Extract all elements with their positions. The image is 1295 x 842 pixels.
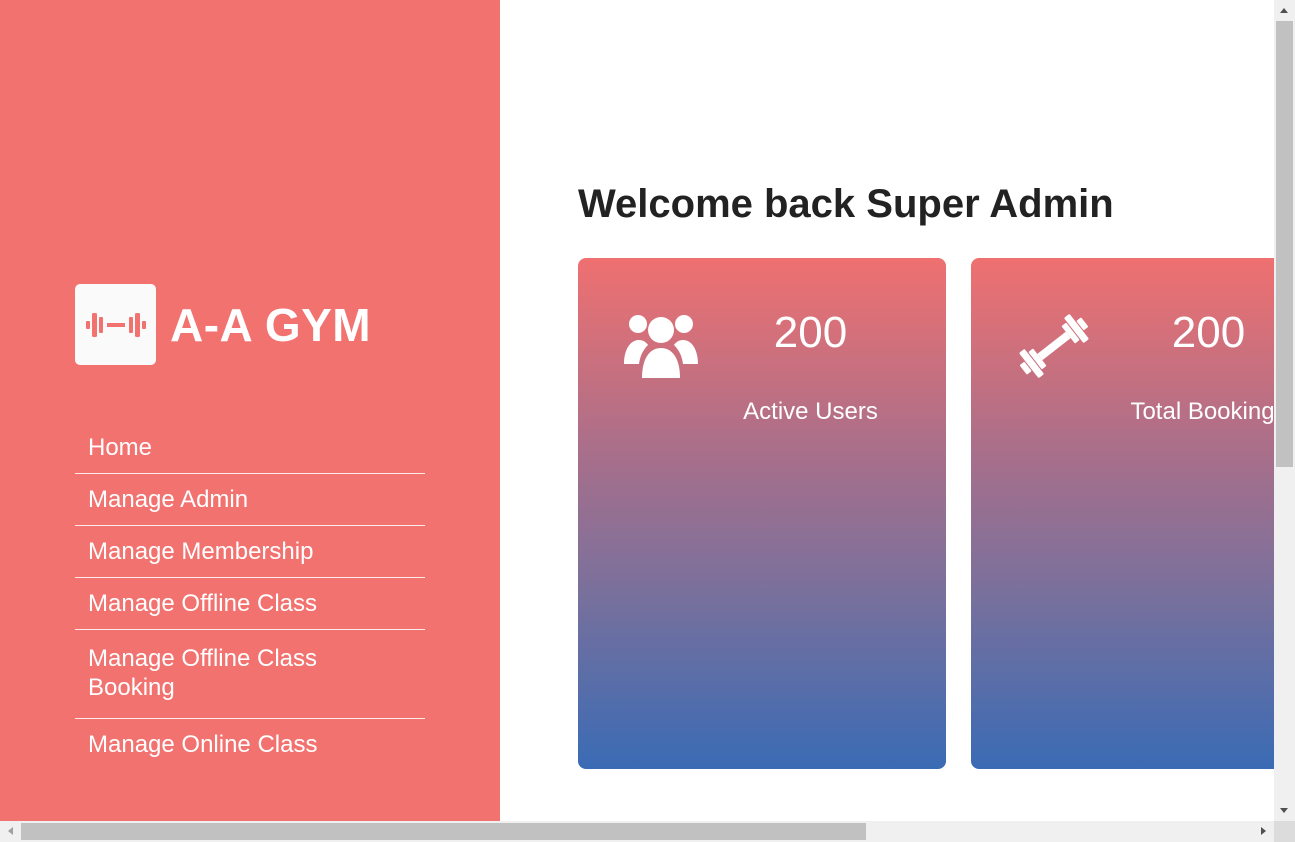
dumbbell-icon [75,284,156,365]
dumbbell-icon [1011,310,1097,382]
horizontal-scrollbar[interactable] [0,821,1274,842]
scroll-right-arrow-icon[interactable] [1261,827,1266,835]
sidebar-item-label: Manage Offline Class [88,590,318,617]
sidebar-item-label: Manage Membership [88,538,314,565]
stat-label: Active Users [743,398,878,425]
brand-name: A-A GYM [170,298,372,351]
sidebar-item-manage-offline-class[interactable]: Manage Offline Class [75,578,425,630]
stat-card-active-users[interactable]: 200 Active Users [578,258,946,769]
stat-value: 200 [773,308,848,357]
sidebar-item-manage-membership[interactable]: Manage Membership [75,526,425,578]
users-icon [622,312,700,382]
scroll-up-arrow-icon[interactable] [1280,8,1288,13]
stat-card-total-bookings[interactable]: 200 Total Bookings [971,258,1274,769]
sidebar-item-label: Home [88,434,153,461]
page-title: Welcome back Super Admin [578,182,1114,226]
viewport: A-A GYM Home Manage Admin Manage Members… [0,0,1274,821]
scroll-down-arrow-icon[interactable] [1280,808,1288,813]
horizontal-scroll-thumb[interactable] [21,823,866,840]
sidebar: A-A GYM Home Manage Admin Manage Members… [0,0,500,821]
sidebar-nav: Home Manage Admin Manage Membership Mana… [75,422,425,770]
brand-logo[interactable]: A-A GYM [75,284,371,365]
vertical-scrollbar[interactable] [1274,0,1295,821]
sidebar-item-manage-admin[interactable]: Manage Admin [75,474,425,526]
stat-value: 200 [1171,308,1246,357]
sidebar-item-label: Manage Online Class [88,731,318,758]
sidebar-item-manage-offline-class-booking[interactable]: Manage Offline Class Booking [75,630,425,719]
stat-label: Total Bookings [1130,398,1274,425]
sidebar-item-manage-online-class[interactable]: Manage Online Class [75,719,425,770]
vertical-scroll-thumb[interactable] [1276,21,1293,467]
sidebar-item-label: Manage Admin [88,486,249,513]
scrollbar-corner [1274,821,1295,842]
sidebar-item-label: Manage Offline Class Booking [88,645,318,701]
scroll-left-arrow-icon[interactable] [8,827,13,835]
sidebar-item-home[interactable]: Home [75,422,425,474]
